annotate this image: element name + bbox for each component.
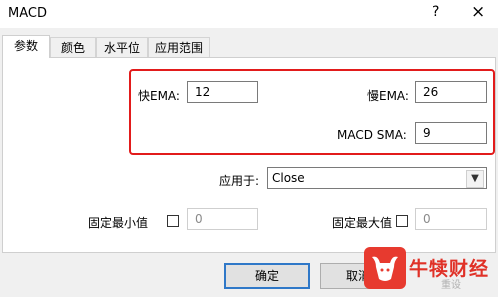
- ok-button[interactable]: 确定: [224, 263, 310, 289]
- macd-sma-label: MACD SMA:: [337, 128, 407, 142]
- fast-ema-input[interactable]: 12: [187, 81, 258, 103]
- close-button[interactable]: ×: [471, 2, 485, 22]
- slow-ema-label: 慢EMA:: [367, 89, 409, 103]
- fixed-max-label: 固定最大值: [332, 216, 393, 230]
- apply-to-value: Close: [272, 171, 305, 185]
- fixed-min-input[interactable]: 0: [187, 208, 258, 230]
- brand-watermark: 牛犊财经 重设: [357, 246, 498, 297]
- apply-to-label: 应用于:: [219, 174, 260, 188]
- fixed-min-checkbox[interactable]: [167, 215, 179, 227]
- help-button[interactable]: ?: [432, 4, 439, 20]
- title-bar: MACD ? ×: [0, 0, 498, 28]
- window-title: MACD: [8, 6, 47, 21]
- apply-to-select[interactable]: Close ▼: [267, 167, 487, 189]
- tab-params[interactable]: 参数: [2, 35, 50, 58]
- slow-ema-input[interactable]: 26: [415, 81, 487, 103]
- fixed-max-input[interactable]: 0: [415, 208, 487, 230]
- tab-levels[interactable]: 水平位: [96, 37, 148, 57]
- fixed-max-checkbox[interactable]: [396, 215, 408, 227]
- tab-colors[interactable]: 颜色: [50, 37, 96, 57]
- fast-ema-label: 快EMA:: [138, 89, 180, 103]
- bull-logo-icon: [364, 247, 406, 289]
- fixed-min-label: 固定最小值: [88, 216, 149, 230]
- tab-apply-range[interactable]: 应用范围: [148, 37, 210, 57]
- macd-sma-input[interactable]: 9: [415, 122, 487, 144]
- chevron-down-icon[interactable]: ▼: [466, 170, 484, 188]
- brand-sub: 重设: [441, 280, 461, 291]
